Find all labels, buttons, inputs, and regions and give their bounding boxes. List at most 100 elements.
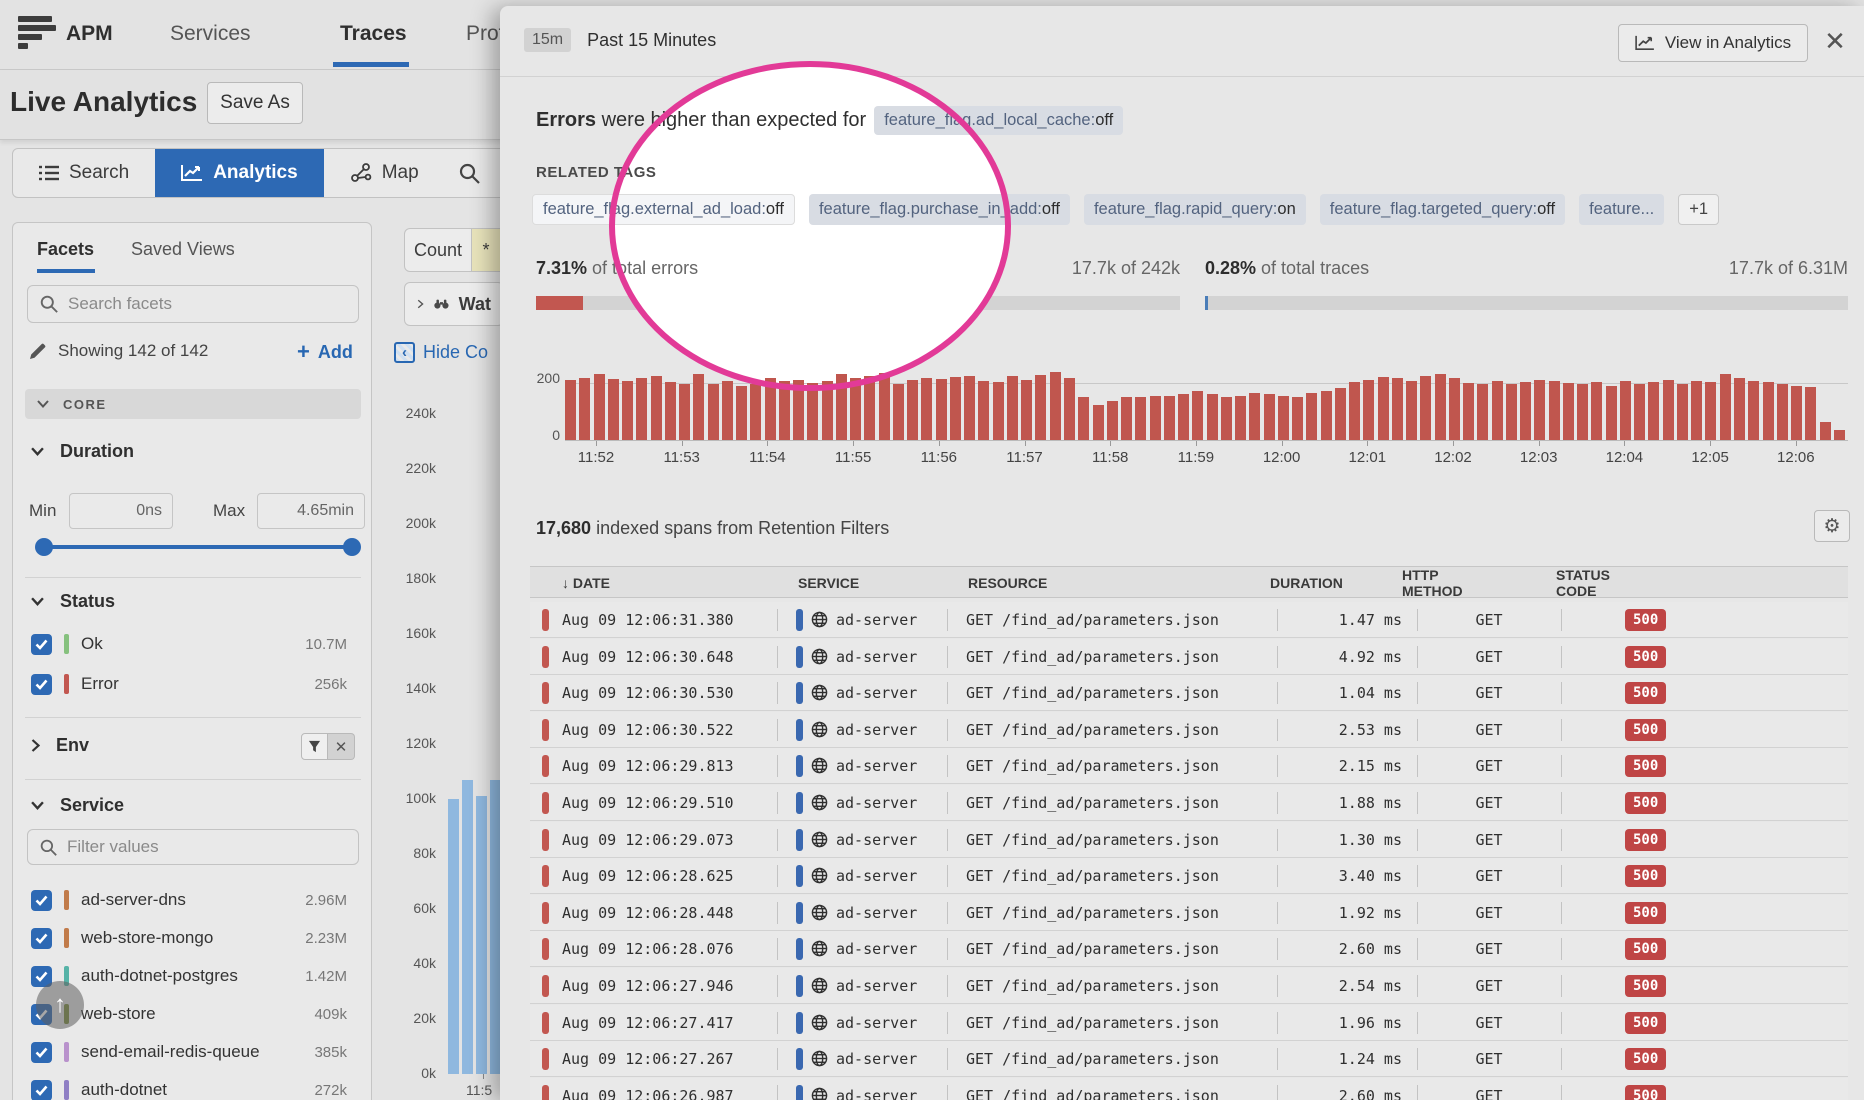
histogram-bar[interactable]: [807, 383, 818, 440]
histogram-bar[interactable]: [921, 378, 932, 440]
anomaly-tag-chip[interactable]: feature_flag.ad_local_cache:off: [874, 106, 1123, 135]
related-tag-chip[interactable]: feature_flag.external_ad_load:off: [532, 194, 795, 225]
histogram-bar[interactable]: [1064, 378, 1075, 440]
histogram-bar[interactable]: [1306, 393, 1317, 440]
checkbox-checked[interactable]: [31, 1080, 52, 1100]
table-row[interactable]: Aug 09 12:06:30.648ad-serverGET /find_ad…: [530, 639, 1848, 675]
histogram-bar[interactable]: [1691, 381, 1702, 440]
histogram-bar[interactable]: [1634, 384, 1645, 440]
status-row[interactable]: Ok10.7M: [31, 629, 361, 659]
histogram-bar[interactable]: [893, 384, 904, 440]
histogram-bar[interactable]: [1492, 381, 1503, 440]
histogram-bar[interactable]: [1420, 376, 1431, 440]
histogram-bar[interactable]: [950, 377, 961, 440]
histogram-bar[interactable]: [1264, 394, 1275, 440]
core-group-header[interactable]: CORE: [25, 389, 361, 419]
histogram-bar[interactable]: [594, 374, 605, 440]
histogram-bar[interactable]: [1791, 386, 1802, 440]
histogram-bar[interactable]: [1050, 372, 1061, 440]
col-status-code[interactable]: STATUS CODE: [1546, 567, 1576, 599]
col-date[interactable]: ↓ DATE: [562, 575, 770, 591]
histogram-bar[interactable]: [964, 376, 975, 440]
facet-service-header[interactable]: Service: [31, 795, 124, 816]
histogram-bar[interactable]: [779, 381, 790, 440]
histogram-bar[interactable]: [1363, 380, 1374, 440]
histogram-bar[interactable]: [1235, 396, 1246, 441]
histogram-bar[interactable]: [1035, 375, 1046, 440]
env-filter-button[interactable]: [301, 733, 328, 760]
service-row[interactable]: auth-dotnet272k: [31, 1075, 361, 1100]
histogram-bar[interactable]: [879, 373, 890, 440]
service-row[interactable]: auth-dotnet-postgres1.42M: [31, 961, 361, 991]
facet-duration-header[interactable]: Duration: [31, 441, 134, 462]
histogram-bar[interactable]: [565, 380, 576, 440]
histogram-bar[interactable]: [1463, 383, 1474, 440]
histogram-bar[interactable]: [1207, 394, 1218, 440]
service-row[interactable]: web-store-mongo2.23M: [31, 923, 361, 953]
measure-select[interactable]: Count: [404, 228, 472, 272]
table-row[interactable]: Aug 09 12:06:30.530ad-serverGET /find_ad…: [530, 675, 1848, 711]
histogram-bar[interactable]: [1805, 387, 1816, 440]
checkbox-checked[interactable]: [31, 890, 52, 911]
histogram-bar[interactable]: [708, 384, 719, 440]
histogram-bar[interactable]: [836, 374, 847, 440]
histogram-bar[interactable]: [936, 379, 947, 440]
histogram-bar[interactable]: [1349, 382, 1360, 440]
checkbox-checked[interactable]: [31, 1042, 52, 1063]
duration-slider-handle-max[interactable]: [343, 538, 361, 556]
histogram-bar[interactable]: [1378, 377, 1389, 440]
histogram-bar[interactable]: [1021, 380, 1032, 440]
histogram-bar[interactable]: [636, 378, 647, 440]
histogram-bar[interactable]: [1477, 384, 1488, 440]
nav-item-traces[interactable]: Traces: [340, 22, 407, 46]
histogram-bar[interactable]: [1078, 397, 1089, 440]
related-tag-overflow-chip[interactable]: feature...: [1579, 194, 1664, 225]
histogram-bar[interactable]: [1591, 382, 1602, 440]
duration-slider-track[interactable]: [41, 545, 359, 549]
duration-max-input[interactable]: 4.65min: [257, 493, 365, 529]
service-row[interactable]: send-email-redis-queue385k: [31, 1037, 361, 1067]
histogram-bar[interactable]: [651, 376, 662, 440]
status-row[interactable]: Error256k: [31, 669, 361, 699]
histogram-bar[interactable]: [1335, 388, 1346, 440]
histogram-bar[interactable]: [1435, 374, 1446, 440]
histogram-bar[interactable]: [1392, 378, 1403, 440]
app-logo-icon[interactable]: [18, 16, 58, 54]
close-panel-icon[interactable]: ✕: [1820, 26, 1850, 56]
facet-status-header[interactable]: Status: [31, 591, 115, 612]
histogram-bar[interactable]: [1648, 382, 1659, 440]
histogram-bar[interactable]: [1834, 430, 1845, 440]
histogram-bar[interactable]: [1705, 382, 1716, 440]
error-histogram[interactable]: [565, 368, 1848, 440]
histogram-bar[interactable]: [750, 384, 761, 440]
checkbox-checked[interactable]: [31, 674, 52, 695]
histogram-bar[interactable]: [693, 374, 704, 440]
histogram-bar[interactable]: [1093, 405, 1104, 440]
col-service[interactable]: SERVICE: [798, 575, 940, 591]
histogram-bar[interactable]: [864, 376, 875, 440]
checkbox-checked[interactable]: [31, 634, 52, 655]
watchdog-toggle[interactable]: Wat: [404, 282, 504, 326]
histogram-bar[interactable]: [1150, 396, 1161, 441]
histogram-bar[interactable]: [850, 378, 861, 440]
histogram-bar[interactable]: [1449, 378, 1460, 440]
histogram-bar[interactable]: [1121, 397, 1132, 440]
search-facets-input[interactable]: Search facets: [27, 285, 359, 323]
table-row[interactable]: Aug 09 12:06:27.267ad-serverGET /find_ad…: [530, 1041, 1848, 1077]
histogram-bar[interactable]: [1278, 396, 1289, 440]
histogram-bar[interactable]: [665, 382, 676, 440]
save-as-button[interactable]: Save As: [207, 82, 303, 124]
hide-controls-link[interactable]: ‹ Hide Co: [394, 342, 488, 363]
histogram-bar[interactable]: [765, 378, 776, 440]
histogram-bar[interactable]: [978, 381, 989, 440]
tab-facets[interactable]: Facets: [37, 239, 94, 260]
histogram-bar[interactable]: [1606, 386, 1617, 440]
histogram-bar[interactable]: [1007, 376, 1018, 440]
related-tags-more-chip[interactable]: +1: [1678, 194, 1719, 225]
histogram-bar[interactable]: [736, 386, 747, 440]
service-filter-input[interactable]: Filter values: [27, 829, 359, 865]
histogram-bar[interactable]: [1577, 384, 1588, 440]
histogram-bar[interactable]: [1734, 378, 1745, 440]
histogram-bar[interactable]: [822, 381, 833, 440]
histogram-bar[interactable]: [1249, 393, 1260, 440]
